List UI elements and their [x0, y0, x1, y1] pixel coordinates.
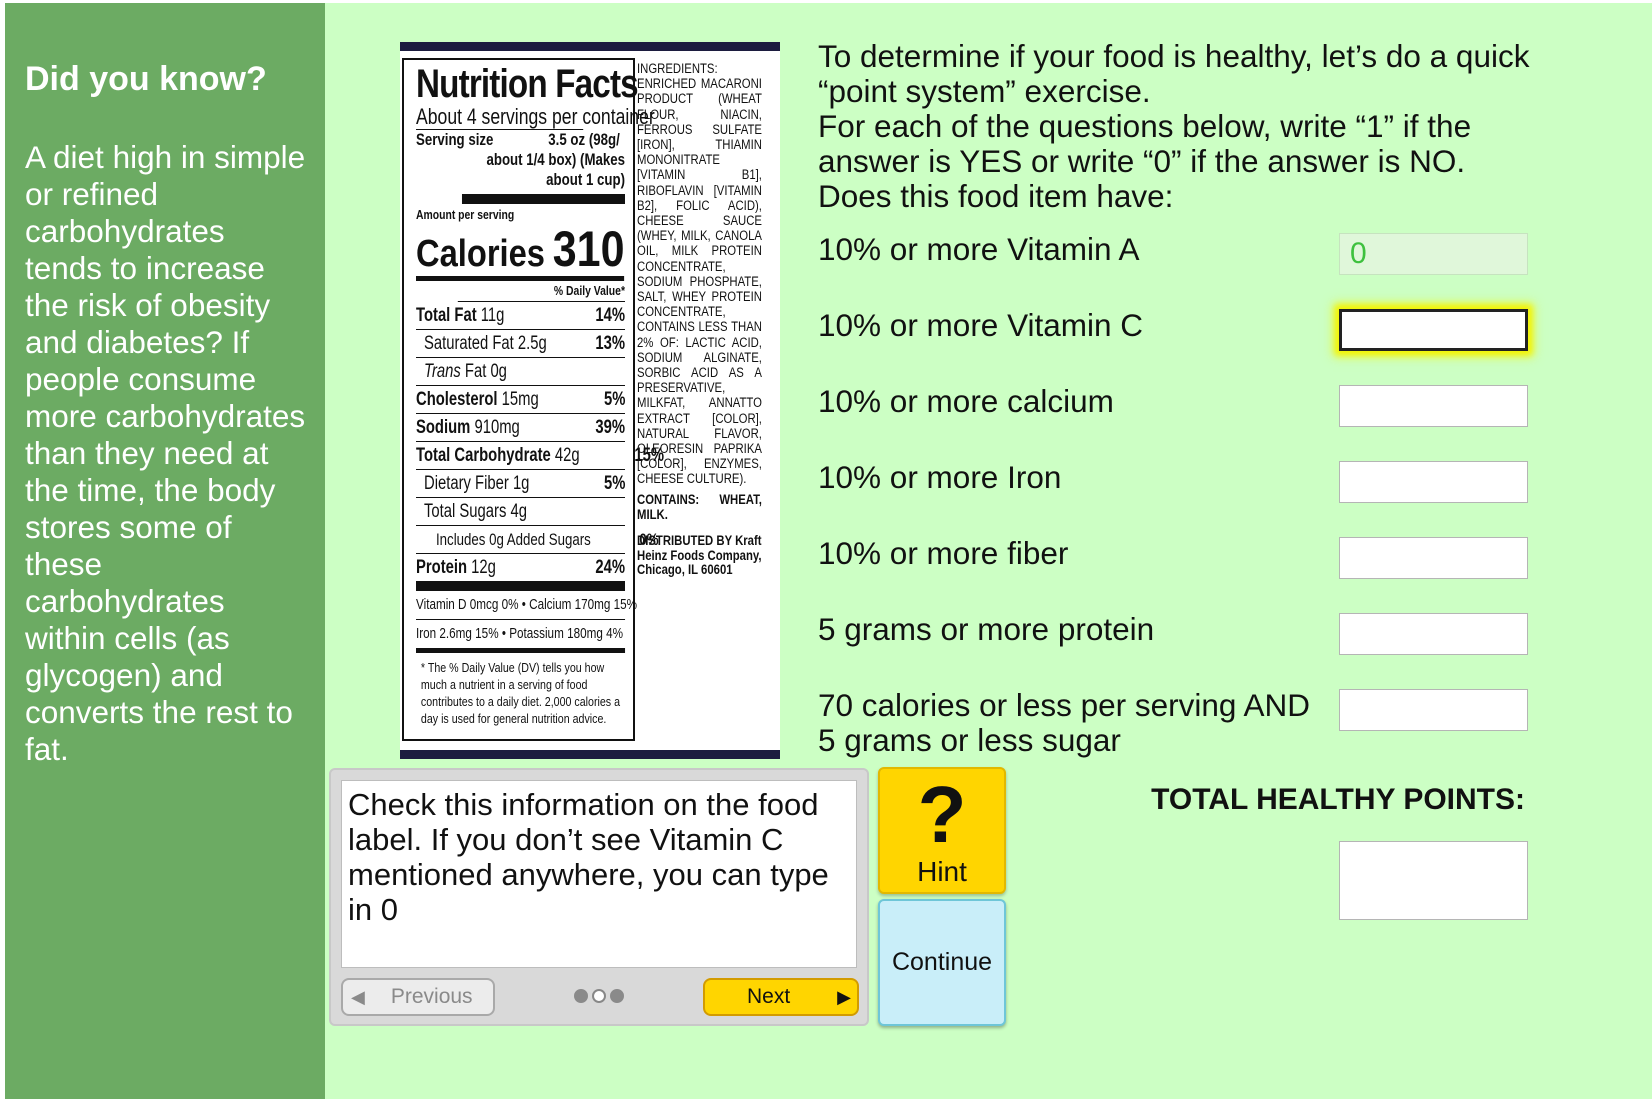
daily-value-header: % Daily Value* — [457, 281, 625, 302]
question-mark-icon: ? — [917, 770, 967, 859]
instructions-line-2: For each of the questions below, write “… — [818, 108, 1472, 179]
next-label: Next — [747, 985, 791, 1008]
allergen-text: CONTAINS: WHEAT, MILK. — [637, 491, 762, 522]
nutrient-row: Total Sugars 4g — [416, 498, 625, 526]
nutrient-row: Trans Fat 0g — [416, 358, 625, 386]
minerals-line: Iron 2.6mg 15% • Potassium 180mg 4% — [416, 620, 625, 653]
calories-label: Calories — [416, 233, 545, 275]
pagination-dot — [592, 989, 606, 1003]
sidebar-body: A diet high in simple or refined carbohy… — [25, 139, 306, 767]
nutrient-row: Cholesterol 15mg 5% — [416, 386, 625, 414]
question-label-calcium: 10% or more calcium — [818, 383, 1114, 419]
nutrient-row: Saturated Fat 2.5g 13% — [416, 330, 625, 358]
previous-button[interactable]: ◀ Previous — [341, 978, 495, 1016]
nutrient-row: Dietary Fiber 1g 5% — [416, 470, 625, 498]
answer-input-calories-sugar[interactable] — [1339, 689, 1528, 731]
question-label-iron: 10% or more Iron — [818, 459, 1062, 495]
daily-value-footnote: * The % Daily Value (DV) tells you how m… — [420, 660, 621, 726]
hint-text: Check this information on the food label… — [341, 780, 857, 968]
answer-input-vitamin-c[interactable] — [1339, 309, 1528, 351]
lesson-page: Did you know? A diet high in simple or r… — [5, 3, 1652, 1102]
serving-size-value: 3.5 oz (98g/ — [548, 130, 620, 149]
serving-size-label: Serving size — [416, 130, 494, 149]
ingredients-panel: INGREDIENTS: ENRICHED MACARONI PRODUCT (… — [637, 61, 762, 578]
answer-input-vitamin-a[interactable] — [1339, 233, 1528, 275]
ingredients-text: INGREDIENTS: ENRICHED MACARONI PRODUCT (… — [637, 61, 762, 487]
nutrition-facts-panel: Nutrition Facts About 4 servings per con… — [402, 58, 664, 741]
question-label-fiber: 10% or more fiber — [818, 535, 1069, 571]
nutrient-row: Includes 0g Added Sugars 0% — [416, 526, 659, 554]
instructions: To determine if your food is healthy, le… — [818, 39, 1578, 214]
nutrition-label-image: Nutrition Facts About 4 servings per con… — [400, 42, 780, 759]
distributor-text: DISTRIBUTED BY Kraft Heinz Foods Company… — [637, 533, 762, 578]
triangle-left-icon: ◀ — [351, 986, 365, 1007]
next-button[interactable]: Next ▶ — [703, 978, 859, 1016]
question-label-protein: 5 grams or more protein — [818, 611, 1155, 647]
continue-button[interactable]: Continue — [878, 899, 1006, 1026]
serving-size: Serving size 3.5 oz (98g/ — [416, 130, 620, 150]
sidebar-heading: Did you know? — [25, 60, 267, 98]
main-panel: Nutrition Facts About 4 servings per con… — [325, 3, 1652, 1099]
hint-panel: Check this information on the food label… — [329, 768, 869, 1026]
calories-value: 310 — [552, 221, 625, 277]
nutrient-row: Protein 12g 24% — [416, 554, 625, 591]
nutrient-row: Total Fat 11g 14% — [416, 302, 625, 330]
question-label-vitamin-c: 10% or more Vitamin C — [818, 307, 1144, 343]
previous-label: Previous — [390, 985, 473, 1008]
pagination-dots — [574, 989, 624, 1003]
answer-input-calcium[interactable] — [1339, 385, 1528, 427]
instructions-line-1: To determine if your food is healthy, le… — [818, 38, 1530, 109]
total-points-label: TOTAL HEALTHY POINTS: — [1151, 783, 1525, 816]
answer-input-protein[interactable] — [1339, 613, 1528, 655]
nutrition-facts-title: Nutrition Facts — [416, 62, 639, 106]
servings-per-container: About 4 servings per container — [416, 104, 655, 130]
vitamins-line: Vitamin D 0mcg 0% • Calcium 170mg 15% — [416, 591, 637, 620]
total-points-box[interactable] — [1339, 841, 1528, 920]
answer-input-iron[interactable] — [1339, 461, 1528, 503]
hint-label: Hint — [917, 856, 967, 887]
question-label-vitamin-a: 10% or more Vitamin A — [818, 231, 1140, 267]
did-you-know-panel: Did you know? A diet high in simple or r… — [5, 3, 325, 1099]
pagination-dot — [574, 989, 588, 1003]
instructions-line-3: Does this food item have: — [818, 178, 1174, 214]
calories-row: Calories 310 — [416, 221, 625, 281]
pagination-dot — [610, 989, 624, 1003]
serving-size-value-2: about 1/4 box) (Makes about 1 cup) — [461, 150, 625, 204]
triangle-right-icon: ▶ — [837, 986, 851, 1007]
answer-input-fiber[interactable] — [1339, 537, 1528, 579]
question-label-calories-sugar: 70 calories or less per serving AND 5 gr… — [818, 687, 1310, 758]
hint-button[interactable]: ? Hint — [878, 767, 1006, 894]
nutrient-row: Sodium 910mg 39% — [416, 414, 625, 442]
nutrient-row: Total Carbohydrate 42g 15% — [416, 442, 664, 470]
